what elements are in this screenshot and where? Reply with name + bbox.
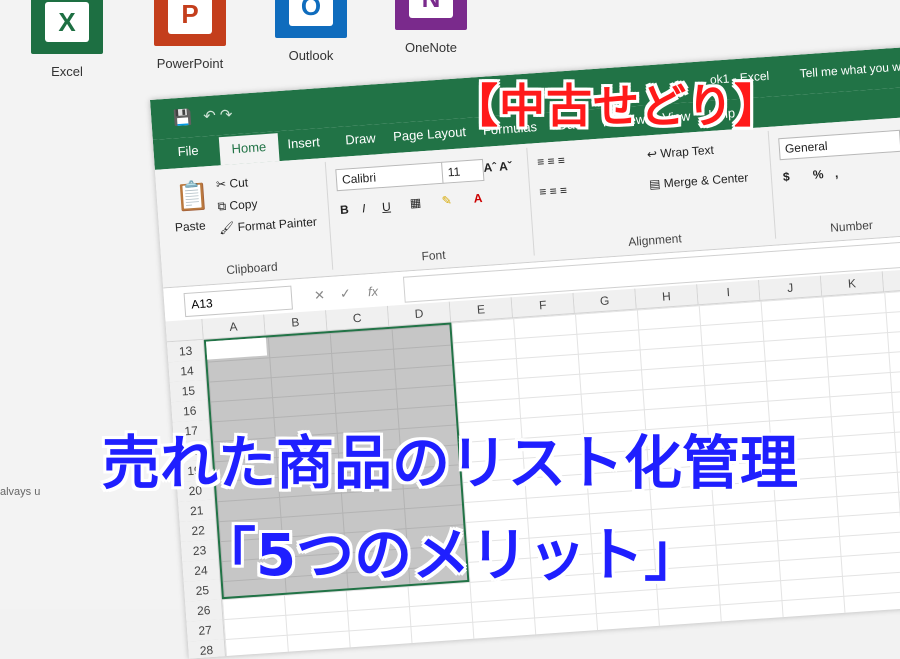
fx-button[interactable]: fx xyxy=(367,284,378,300)
excel-app-tile[interactable]: X Excel xyxy=(22,0,112,79)
undo-icon[interactable]: ↶ ↷ xyxy=(203,105,233,125)
font-grow-icon[interactable]: Aˆ Aˇ xyxy=(483,159,512,175)
onenote-app-tile[interactable]: N OneNote xyxy=(386,0,476,55)
comma-button[interactable]: , xyxy=(834,166,838,180)
select-all-corner[interactable] xyxy=(165,318,204,343)
powerpoint-app-tile[interactable]: P PowerPoint xyxy=(145,0,235,71)
clipboard-group: 📋 Paste ✂ Cut ⧉ Copy 🖌 Format Painter Cl… xyxy=(165,161,334,281)
cut-button[interactable]: ✂ Cut xyxy=(216,175,249,191)
excel-app-label: Excel xyxy=(51,64,83,79)
enter-icon[interactable]: ✓ xyxy=(339,285,351,302)
excel-icon: X xyxy=(31,0,103,54)
category-badge: 【中古せどり】 xyxy=(452,79,781,133)
vertical-align-icons[interactable]: ≡ ≡ ≡ xyxy=(537,153,566,169)
italic-button[interactable]: I xyxy=(362,201,366,215)
paste-button[interactable]: Paste xyxy=(174,218,206,234)
bold-button[interactable]: B xyxy=(340,202,350,217)
row-header[interactable]: 28 xyxy=(187,639,227,659)
font-name-box[interactable]: Calibri xyxy=(335,161,445,192)
currency-button[interactable]: $ xyxy=(782,170,790,184)
cancel-icon[interactable]: ✕ xyxy=(314,287,326,304)
percent-button[interactable]: % xyxy=(812,167,824,182)
name-box[interactable]: A13 xyxy=(183,285,293,318)
save-icon[interactable]: 💾 xyxy=(173,108,193,127)
tab-home[interactable]: Home xyxy=(218,133,280,166)
tab-insert[interactable]: Insert xyxy=(287,134,320,151)
outlook-app-tile[interactable]: O Outlook xyxy=(266,0,356,63)
powerpoint-icon: P xyxy=(154,0,226,46)
tab-draw[interactable]: Draw xyxy=(345,130,376,147)
merge-center-button[interactable]: ▤ Merge & Center xyxy=(649,170,749,191)
wrap-text-button[interactable]: ↩ Wrap Text xyxy=(647,143,715,162)
paste-icon[interactable]: 📋 xyxy=(174,178,211,213)
onenote-icon: N xyxy=(395,0,467,30)
copy-button[interactable]: ⧉ Copy xyxy=(217,197,258,215)
number-format-box[interactable]: General xyxy=(778,129,900,161)
number-group-label: Number xyxy=(829,217,874,235)
format-painter-button[interactable]: 🖌 Format Painter xyxy=(219,215,318,236)
number-group: General $ % , Number xyxy=(770,120,900,238)
outlook-app-label: Outlook xyxy=(288,48,334,63)
underline-button[interactable]: U xyxy=(382,199,392,214)
alignment-group: ≡ ≡ ≡ ≡ ≡ ≡ ↩ Wrap Text ▤ Merge & Center… xyxy=(528,130,777,256)
headline-title: 売れた商品のリスト化管理 xyxy=(101,429,798,497)
clipboard-group-label: Clipboard xyxy=(225,259,279,278)
font-size-box[interactable]: 11 xyxy=(441,158,485,184)
font-group: Calibri 11 Aˆ Aˇ B I U ▦ ✎ A Font xyxy=(326,147,535,270)
column-header[interactable]: L xyxy=(882,266,900,293)
horizontal-align-icons[interactable]: ≡ ≡ ≡ xyxy=(539,183,568,199)
borders-icon[interactable]: ▦ xyxy=(409,195,421,210)
outlook-icon: O xyxy=(275,0,347,38)
tell-me-box[interactable]: Tell me what you want to do xyxy=(799,56,900,80)
tab-file[interactable]: File xyxy=(177,143,199,159)
font-color-icon[interactable]: A xyxy=(473,191,483,206)
powerpoint-app-label: PowerPoint xyxy=(156,56,224,71)
headline-subtitle: 「5つのメリット」 xyxy=(197,521,703,589)
fill-color-icon[interactable]: ✎ xyxy=(441,193,452,208)
onenote-app-label: OneNote xyxy=(404,40,458,55)
